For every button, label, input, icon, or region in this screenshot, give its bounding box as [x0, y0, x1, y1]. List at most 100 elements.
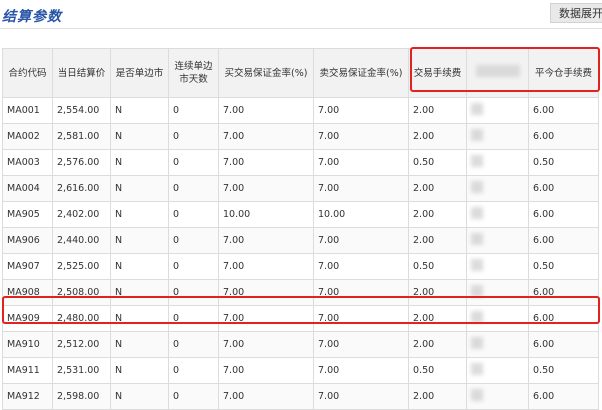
table-cell: 6.00	[528, 279, 599, 306]
table-cell: MA909	[2, 305, 53, 332]
table-cell: 7.00	[218, 175, 314, 202]
table-cell: 6.00	[528, 175, 599, 202]
redacted-cell	[466, 175, 529, 202]
table-cell: N	[110, 123, 169, 150]
redacted-blur	[471, 129, 483, 141]
data-expand-button[interactable]: 数据展开	[550, 3, 602, 23]
table-cell: 2,598.00	[52, 383, 111, 410]
table-row: MA002 2,581.00 N 0 7.00 7.00 2.00 6.00	[2, 123, 599, 150]
col-header-contract: 合约代码	[2, 48, 53, 98]
table-cell: 2,440.00	[52, 227, 111, 254]
page-title: 结算参数	[2, 9, 62, 25]
table-header-row: 合约代码 当日结算价 是否单边市 连续单边市天数 买交易保证金率(%) 卖交易保…	[2, 48, 599, 98]
table-cell: 2.00	[408, 201, 467, 228]
table-cell: 7.00	[313, 253, 409, 280]
table-cell: N	[110, 227, 169, 254]
table-row: MA004 2,616.00 N 0 7.00 7.00 2.00 6.00	[2, 175, 599, 202]
table-cell: 7.00	[313, 97, 409, 124]
table-cell: 7.00	[313, 357, 409, 384]
table-cell: 6.00	[528, 383, 599, 410]
table-cell: 2.00	[408, 331, 467, 358]
table-cell: 6.00	[528, 97, 599, 124]
table-cell: 10.00	[218, 201, 314, 228]
table-cell: N	[110, 279, 169, 306]
table-cell: 7.00	[218, 305, 314, 332]
table-cell: 0	[168, 97, 219, 124]
table-cell: N	[110, 201, 169, 228]
redacted-cell	[466, 305, 529, 332]
table-cell: N	[110, 253, 169, 280]
table-cell: 6.00	[528, 123, 599, 150]
redacted-blur	[471, 103, 483, 115]
table-row: MA911 2,531.00 N 0 7.00 7.00 0.50 0.50	[2, 357, 599, 384]
table-cell: 7.00	[218, 357, 314, 384]
table-cell: 2,616.00	[52, 175, 111, 202]
table-row: MA907 2,525.00 N 0 7.00 7.00 0.50 0.50	[2, 253, 599, 280]
table-cell: 0.50	[528, 253, 599, 280]
table-cell: 2,512.00	[52, 331, 111, 358]
table-cell: 0	[168, 253, 219, 280]
title-divider	[0, 28, 602, 29]
table-cell: 0	[168, 175, 219, 202]
table-cell: 7.00	[218, 149, 314, 176]
redacted-blur	[471, 311, 483, 323]
table-cell: 7.00	[218, 383, 314, 410]
table-cell: MA910	[2, 331, 53, 358]
table-row: MA912 2,598.00 N 0 7.00 7.00 2.00 6.00	[2, 383, 599, 410]
table-row: MA906 2,440.00 N 0 7.00 7.00 2.00 6.00	[2, 227, 599, 254]
table-cell: MA906	[2, 227, 53, 254]
table-cell: 7.00	[218, 97, 314, 124]
table-cell: 0.50	[408, 357, 467, 384]
settlement-params-table: 合约代码 当日结算价 是否单边市 连续单边市天数 买交易保证金率(%) 卖交易保…	[2, 48, 599, 410]
redacted-cell	[466, 279, 529, 306]
table-cell: 7.00	[218, 279, 314, 306]
table-cell: 2,508.00	[52, 279, 111, 306]
col-header-buy-margin: 买交易保证金率(%)	[218, 48, 314, 98]
table-cell: 6.00	[528, 227, 599, 254]
table-cell: 7.00	[313, 331, 409, 358]
table-cell: 7.00	[313, 279, 409, 306]
col-header-close-today-fee: 平今仓手续费	[528, 48, 599, 98]
redacted-cell	[466, 123, 529, 150]
table-row: MA905 2,402.00 N 0 10.00 10.00 2.00 6.00	[2, 201, 599, 228]
table-cell: N	[110, 97, 169, 124]
redacted-blur	[471, 207, 483, 219]
table-cell: 0	[168, 149, 219, 176]
table-cell: N	[110, 331, 169, 358]
table-cell: 6.00	[528, 201, 599, 228]
table-cell: 2,576.00	[52, 149, 111, 176]
table-cell: 0.50	[408, 253, 467, 280]
table-cell: MA001	[2, 97, 53, 124]
table-cell: N	[110, 357, 169, 384]
redacted-blur	[471, 285, 483, 297]
table-cell: 2.00	[408, 279, 467, 306]
table-cell: N	[110, 305, 169, 332]
table-cell: N	[110, 149, 169, 176]
table-row: MA003 2,576.00 N 0 7.00 7.00 0.50 0.50	[2, 149, 599, 176]
redacted-blur	[471, 259, 483, 271]
col-header-fee: 交易手续费	[408, 48, 467, 98]
table-cell: 2.00	[408, 97, 467, 124]
table-cell: 7.00	[218, 253, 314, 280]
table-cell: 0	[168, 201, 219, 228]
table-cell: 2,581.00	[52, 123, 111, 150]
table-cell: 2,531.00	[52, 357, 111, 384]
table-cell: 0	[168, 383, 219, 410]
table-cell: 7.00	[313, 305, 409, 332]
table-cell: 7.00	[313, 175, 409, 202]
table-cell: 0.50	[528, 357, 599, 384]
redacted-cell	[466, 227, 529, 254]
table-cell: N	[110, 175, 169, 202]
table-cell: 2,554.00	[52, 97, 111, 124]
table-cell: 0	[168, 331, 219, 358]
redacted-blur	[471, 181, 483, 193]
table-cell: 0	[168, 357, 219, 384]
redacted-header-blur	[475, 65, 520, 77]
table-cell: 2.00	[408, 227, 467, 254]
table-cell: MA911	[2, 357, 53, 384]
table-cell: MA003	[2, 149, 53, 176]
redacted-blur	[471, 233, 483, 245]
table-cell: 2,525.00	[52, 253, 111, 280]
redacted-cell	[466, 357, 529, 384]
table-cell: 7.00	[313, 227, 409, 254]
